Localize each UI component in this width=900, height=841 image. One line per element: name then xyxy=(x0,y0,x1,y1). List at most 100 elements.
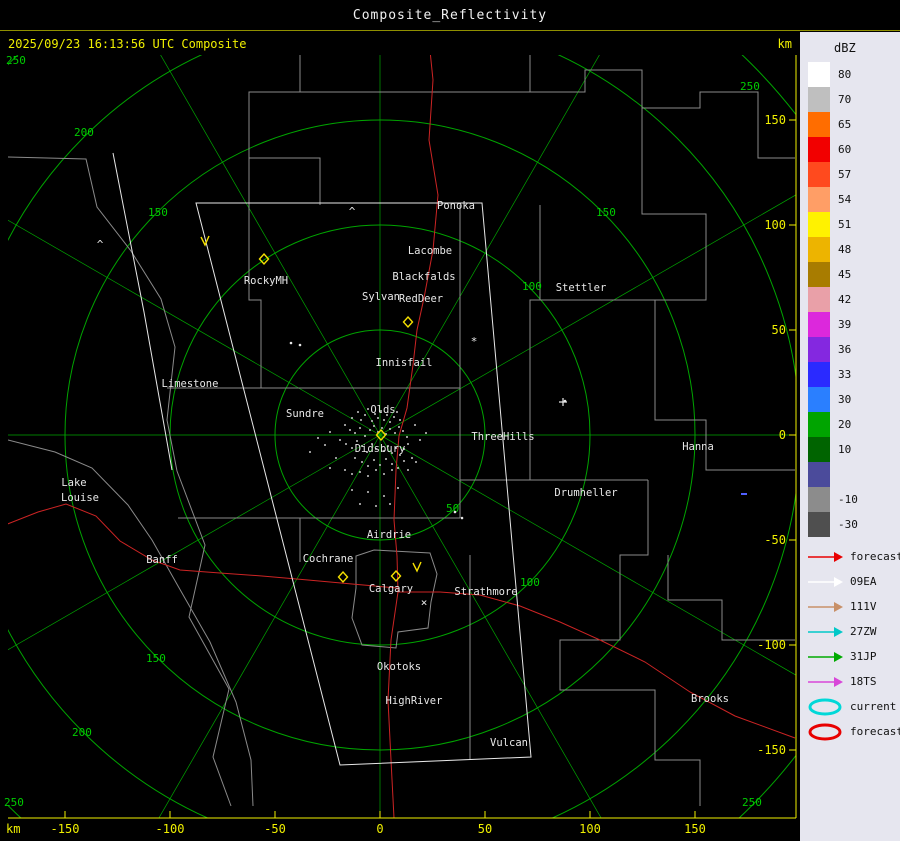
scale-row xyxy=(808,462,858,487)
legend-panel: dBZ 80 70 65 60 57 54 51 48 45 42 39 36 33 30 20 10 -10 -… xyxy=(800,32,900,841)
echo-dot xyxy=(411,457,413,459)
county-boundaries xyxy=(8,55,795,807)
scale-value: -30 xyxy=(838,518,858,531)
echo-dot xyxy=(383,473,385,475)
scale-value: 30 xyxy=(838,393,852,406)
echo-dot xyxy=(403,460,405,462)
scale-row: 30 xyxy=(808,387,858,412)
legend-label: 31JP xyxy=(850,650,877,663)
scale-swatch xyxy=(808,512,830,537)
echo-dot xyxy=(351,489,353,491)
range-label: 200 xyxy=(74,126,94,139)
arrow-icon xyxy=(808,676,843,687)
scale-swatch xyxy=(808,212,830,237)
echo-dot xyxy=(367,475,369,477)
ellipse-icon xyxy=(808,698,842,715)
scale-swatch xyxy=(808,237,830,262)
echo-dot xyxy=(385,458,387,460)
echo-dot xyxy=(345,443,347,445)
legend-label: 18TS xyxy=(850,675,877,688)
symbol-legend: forecast 09EA 111V 27ZW 31JP 18TS current forec… xyxy=(806,544,900,744)
echo-dot xyxy=(329,431,331,433)
echo-speck-marker xyxy=(460,516,464,520)
range-label: 150 xyxy=(148,206,168,219)
scale-swatch xyxy=(808,87,830,112)
city-label-limestone: Limestone xyxy=(162,378,219,390)
echo-dot xyxy=(351,447,353,449)
range-label: 100 xyxy=(522,280,542,293)
range-label: 200 xyxy=(72,726,92,739)
echo-dot xyxy=(344,424,346,426)
echo-dot xyxy=(419,439,421,441)
scale-value: 70 xyxy=(838,93,852,106)
echo-dot xyxy=(361,461,363,463)
road-path xyxy=(398,591,796,739)
city-label-drumheller: Drumheller xyxy=(554,487,617,499)
echo-dot xyxy=(394,432,396,434)
y-tick-label: 100 xyxy=(764,218,786,232)
scale-row: 51 xyxy=(808,212,858,237)
scale-value: 20 xyxy=(838,418,852,431)
scale-swatch xyxy=(808,337,830,362)
scale-row: 60 xyxy=(808,137,858,162)
scale-row: 10 xyxy=(808,437,858,462)
color-scale: 80 70 65 60 57 54 51 48 45 42 39 36 33 30 20 10 -10 -30 xyxy=(808,62,858,537)
scale-value: 45 xyxy=(838,268,852,281)
echo-dot xyxy=(407,443,409,445)
city-label-blackfalds: Blackfalds xyxy=(392,271,455,283)
x-tick-label: -150 xyxy=(51,822,80,836)
echo-dot xyxy=(393,416,395,418)
scale-value: 42 xyxy=(838,293,852,306)
y-tick-label: -50 xyxy=(764,533,786,547)
echo-dot xyxy=(396,411,398,413)
range-label: 250 xyxy=(740,80,760,93)
city-label-okotoks: Okotoks xyxy=(377,661,421,673)
city-label-reddeer: RedDeer xyxy=(399,293,443,305)
city-label-stettler: Stettler xyxy=(556,282,607,294)
echo-dot xyxy=(309,451,311,453)
echo-dot xyxy=(398,426,400,428)
scale-row: 45 xyxy=(808,262,858,287)
echo-dot xyxy=(371,420,373,422)
boundary-path xyxy=(248,158,262,388)
range-label: 100 xyxy=(520,576,540,589)
range-label: 150 xyxy=(596,206,616,219)
scale-value: 60 xyxy=(838,143,852,156)
echo-dot xyxy=(391,463,393,465)
point-symbol-marker: ^ xyxy=(349,205,356,218)
boundary-path xyxy=(559,480,701,806)
y-tick-label: 50 xyxy=(772,323,786,337)
x-tick-label: -50 xyxy=(264,822,286,836)
echo-dot xyxy=(381,427,383,429)
site-markers: * × ^ ^ xyxy=(97,205,747,609)
scale-row: 70 xyxy=(808,87,858,112)
echo-dot xyxy=(367,408,369,410)
radar-display[interactable]: 15020025010015025050100150200250 250 Pono… xyxy=(0,0,900,841)
scale-swatch xyxy=(808,462,830,487)
scale-value: 80 xyxy=(838,68,852,81)
echo-dot xyxy=(379,464,381,466)
scale-row: -30 xyxy=(808,512,858,537)
echo-speck-marker xyxy=(741,493,747,495)
range-ring-200 xyxy=(8,55,796,818)
city-label-hanna: Hanna xyxy=(682,441,714,453)
echo-dot xyxy=(354,432,356,434)
city-label-ponoka: Ponoka xyxy=(437,200,475,212)
coverage-path xyxy=(112,152,173,471)
echo-dot xyxy=(389,503,391,505)
scale-value: 65 xyxy=(838,118,852,131)
y-axis-unit: km xyxy=(777,37,792,51)
legend-label: 09EA xyxy=(850,575,877,588)
echo-dot xyxy=(389,421,391,423)
legend-item: 31JP xyxy=(806,644,900,669)
x-axis-unit: km xyxy=(6,822,21,836)
scale-value: -10 xyxy=(838,493,858,506)
echo-dot xyxy=(414,424,416,426)
city-label-cochrane: Cochrane xyxy=(303,553,354,565)
coverage-path xyxy=(195,202,532,766)
scale-row: 36 xyxy=(808,337,858,362)
title-bar[interactable]: Composite_Reflectivity xyxy=(0,0,900,31)
echo-dot xyxy=(383,419,385,421)
scale-swatch xyxy=(808,162,830,187)
echo-dot xyxy=(373,425,375,427)
